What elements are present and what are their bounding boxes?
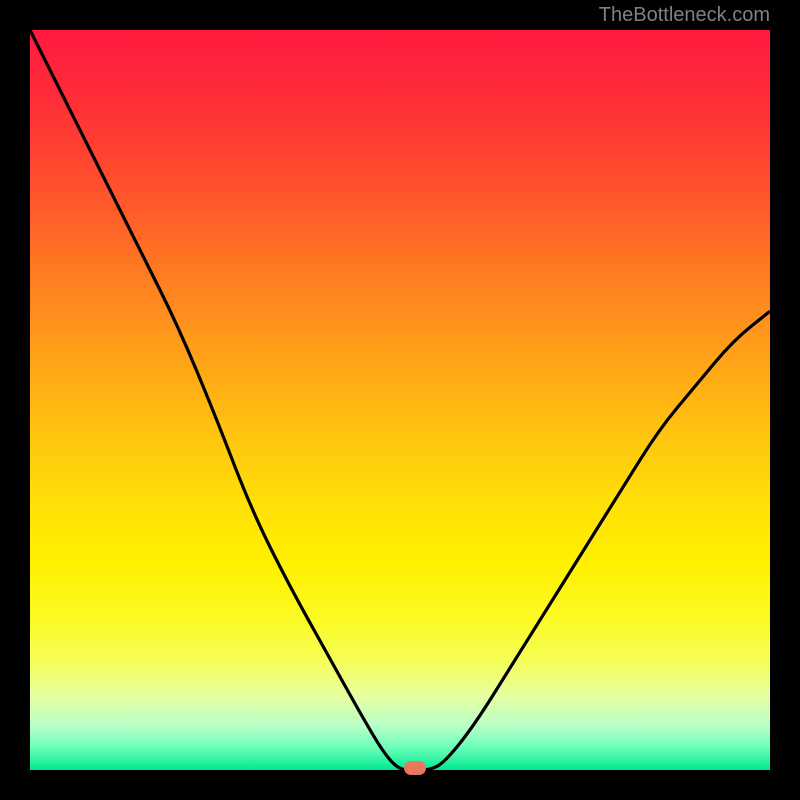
optimal-marker	[404, 761, 426, 775]
chart-container: TheBottleneck.com	[0, 0, 800, 800]
bottleneck-curve	[30, 30, 770, 770]
watermark-text: TheBottleneck.com	[599, 4, 770, 27]
plot-area	[30, 30, 770, 770]
